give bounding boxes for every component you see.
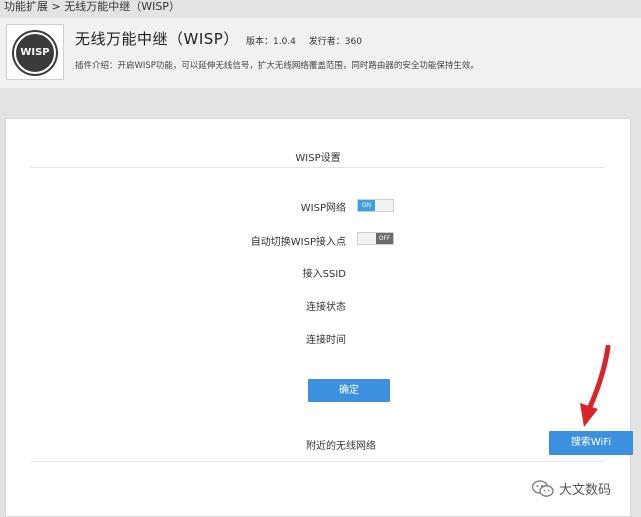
status-label: 连接状态 [306, 302, 346, 313]
wisp-settings-panel: WISP设置 WISP网络 ON 自动切换WISP接入点 OFF 接入SSID … [5, 118, 633, 517]
plugin-meta: 版本：1.0.4 发行者：360 [246, 34, 372, 47]
auto-switch-toggle[interactable]: OFF [357, 232, 394, 245]
wechat-icon [531, 479, 554, 498]
confirm-button[interactable]: 确定 [308, 379, 390, 402]
auto-switch-label: 自动切换WISP接入点 [250, 237, 346, 248]
breadcrumb: 功能扩展 > 无线万能中继（WISP） [4, 0, 180, 13]
watermark-text: 大文数码 [559, 483, 612, 498]
toggle-on-text: ON [358, 200, 375, 211]
plugin-header: WISP 无线万能中继（WISP） 版本：1.0.4 发行者：360 插件介绍：… [0, 18, 641, 88]
watermark: 大文数码 [531, 479, 612, 498]
logo-text: WISP [20, 47, 50, 58]
nearby-networks-label: 附近的无线网络 [306, 441, 376, 452]
red-arrow-annotation [580, 345, 611, 427]
time-label: 连接时间 [306, 335, 346, 346]
toggle-off-text: OFF [376, 233, 393, 244]
section-title: WISP设置 [295, 153, 341, 164]
wisp-network-toggle[interactable]: ON [357, 199, 394, 212]
divider [30, 167, 604, 168]
wisp-logo-icon: WISP [14, 32, 56, 74]
wisp-network-label: WISP网络 [300, 203, 346, 214]
plugin-logo: WISP [6, 24, 64, 80]
ssid-label: 接入SSID [302, 269, 346, 280]
plugin-version: 版本：1.0.4 [246, 37, 296, 47]
plugin-title: 无线万能中继（WISP） [75, 30, 239, 48]
plugin-publisher: 发行者：360 [308, 37, 362, 47]
divider-bottom [30, 461, 604, 462]
search-wifi-button[interactable]: 搜索WiFi [549, 431, 633, 455]
plugin-description: 插件介绍：开启WISP功能，可以延伸无线信号，扩大无线网络覆盖范围，同时路由器的… [75, 61, 479, 71]
